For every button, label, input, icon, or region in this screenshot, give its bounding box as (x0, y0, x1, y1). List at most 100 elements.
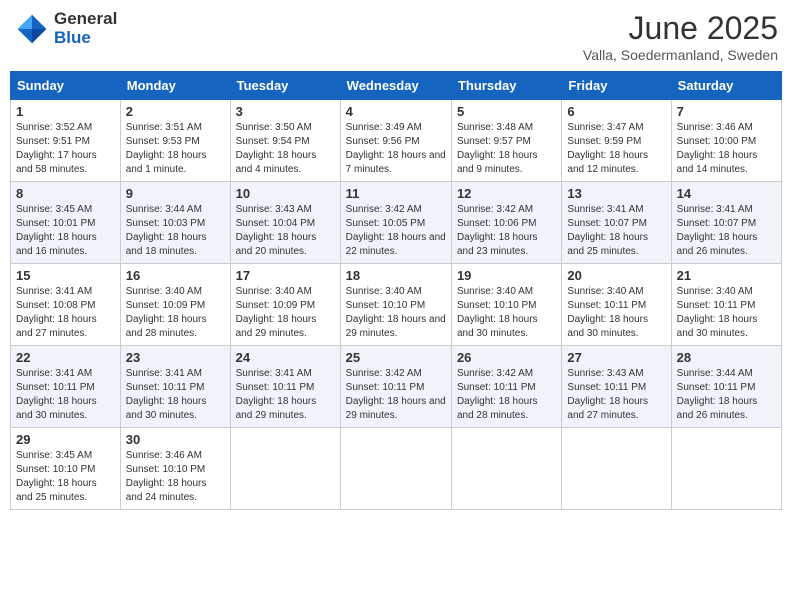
day-info: Sunrise: 3:43 AM Sunset: 10:04 PM Daylig… (236, 203, 335, 259)
day-number: 14 (677, 186, 776, 201)
day-info: Sunrise: 3:40 AM Sunset: 10:09 PM Daylig… (236, 285, 335, 341)
calendar-cell (230, 428, 340, 510)
sunrise-label: Sunrise: 3:41 AM (126, 368, 202, 379)
calendar-cell (451, 428, 561, 510)
day-number: 6 (567, 104, 665, 119)
sunrise-label: Sunrise: 3:42 AM (346, 368, 422, 379)
day-number: 29 (16, 432, 115, 447)
sunrise-label: Sunrise: 3:48 AM (457, 122, 533, 133)
day-number: 13 (567, 186, 665, 201)
sunrise-label: Sunrise: 3:44 AM (677, 368, 753, 379)
day-info: Sunrise: 3:45 AM Sunset: 10:01 PM Daylig… (16, 203, 115, 259)
calendar-week-row: 15 Sunrise: 3:41 AM Sunset: 10:08 PM Day… (11, 264, 782, 346)
logo-general: General (54, 10, 117, 29)
day-info: Sunrise: 3:52 AM Sunset: 9:51 PM Dayligh… (16, 121, 115, 177)
sunset-label: Sunset: 9:51 PM (16, 136, 90, 147)
calendar-cell: 20 Sunrise: 3:40 AM Sunset: 10:11 PM Day… (562, 264, 671, 346)
calendar-cell: 3 Sunrise: 3:50 AM Sunset: 9:54 PM Dayli… (230, 100, 340, 182)
weekday-header-saturday: Saturday (671, 72, 781, 100)
calendar-week-row: 22 Sunrise: 3:41 AM Sunset: 10:11 PM Day… (11, 346, 782, 428)
day-info: Sunrise: 3:51 AM Sunset: 9:53 PM Dayligh… (126, 121, 225, 177)
sunset-label: Sunset: 10:10 PM (16, 464, 96, 475)
calendar-cell: 27 Sunrise: 3:43 AM Sunset: 10:11 PM Day… (562, 346, 671, 428)
calendar-cell: 24 Sunrise: 3:41 AM Sunset: 10:11 PM Day… (230, 346, 340, 428)
calendar-cell: 21 Sunrise: 3:40 AM Sunset: 10:11 PM Day… (671, 264, 781, 346)
day-number: 25 (346, 350, 446, 365)
sunrise-label: Sunrise: 3:46 AM (677, 122, 753, 133)
calendar-cell: 26 Sunrise: 3:42 AM Sunset: 10:11 PM Day… (451, 346, 561, 428)
daylight-label: Daylight: 18 hours and 27 minutes. (16, 314, 97, 339)
day-number: 1 (16, 104, 115, 119)
day-number: 4 (346, 104, 446, 119)
sunset-label: Sunset: 10:11 PM (567, 300, 646, 311)
day-info: Sunrise: 3:42 AM Sunset: 10:06 PM Daylig… (457, 203, 556, 259)
calendar-cell: 17 Sunrise: 3:40 AM Sunset: 10:09 PM Day… (230, 264, 340, 346)
logo-blue: Blue (54, 29, 117, 48)
calendar-cell: 8 Sunrise: 3:45 AM Sunset: 10:01 PM Dayl… (11, 182, 121, 264)
sunrise-label: Sunrise: 3:43 AM (236, 204, 312, 215)
day-number: 20 (567, 268, 665, 283)
sunrise-label: Sunrise: 3:45 AM (16, 450, 92, 461)
sunrise-label: Sunrise: 3:41 AM (567, 204, 643, 215)
sunrise-label: Sunrise: 3:41 AM (236, 368, 312, 379)
sunset-label: Sunset: 10:10 PM (457, 300, 537, 311)
weekday-header-sunday: Sunday (11, 72, 121, 100)
day-number: 3 (236, 104, 335, 119)
day-info: Sunrise: 3:47 AM Sunset: 9:59 PM Dayligh… (567, 121, 665, 177)
day-number: 26 (457, 350, 556, 365)
day-info: Sunrise: 3:40 AM Sunset: 10:11 PM Daylig… (677, 285, 776, 341)
sunrise-label: Sunrise: 3:40 AM (457, 286, 533, 297)
sunrise-label: Sunrise: 3:45 AM (16, 204, 92, 215)
daylight-label: Daylight: 18 hours and 24 minutes. (126, 478, 207, 503)
sunrise-label: Sunrise: 3:41 AM (16, 368, 92, 379)
sunrise-label: Sunrise: 3:42 AM (346, 204, 422, 215)
sunrise-label: Sunrise: 3:49 AM (346, 122, 422, 133)
calendar-cell: 1 Sunrise: 3:52 AM Sunset: 9:51 PM Dayli… (11, 100, 121, 182)
calendar-cell: 12 Sunrise: 3:42 AM Sunset: 10:06 PM Day… (451, 182, 561, 264)
day-number: 10 (236, 186, 335, 201)
day-number: 7 (677, 104, 776, 119)
day-number: 9 (126, 186, 225, 201)
day-number: 18 (346, 268, 446, 283)
day-info: Sunrise: 3:48 AM Sunset: 9:57 PM Dayligh… (457, 121, 556, 177)
calendar-cell: 10 Sunrise: 3:43 AM Sunset: 10:04 PM Day… (230, 182, 340, 264)
daylight-label: Daylight: 18 hours and 30 minutes. (126, 396, 207, 421)
sunrise-label: Sunrise: 3:44 AM (126, 204, 202, 215)
weekday-header-monday: Monday (120, 72, 230, 100)
sunset-label: Sunset: 10:11 PM (346, 382, 425, 393)
daylight-label: Daylight: 18 hours and 18 minutes. (126, 232, 207, 257)
day-number: 8 (16, 186, 115, 201)
day-info: Sunrise: 3:41 AM Sunset: 10:08 PM Daylig… (16, 285, 115, 341)
daylight-label: Daylight: 18 hours and 20 minutes. (236, 232, 317, 257)
daylight-label: Daylight: 18 hours and 28 minutes. (126, 314, 207, 339)
weekday-header-tuesday: Tuesday (230, 72, 340, 100)
day-info: Sunrise: 3:44 AM Sunset: 10:11 PM Daylig… (677, 367, 776, 423)
calendar-week-row: 29 Sunrise: 3:45 AM Sunset: 10:10 PM Day… (11, 428, 782, 510)
logo-icon (14, 11, 50, 47)
calendar-cell: 18 Sunrise: 3:40 AM Sunset: 10:10 PM Day… (340, 264, 451, 346)
calendar-cell: 28 Sunrise: 3:44 AM Sunset: 10:11 PM Day… (671, 346, 781, 428)
sunset-label: Sunset: 9:56 PM (346, 136, 420, 147)
daylight-label: Daylight: 18 hours and 26 minutes. (677, 396, 758, 421)
day-number: 30 (126, 432, 225, 447)
day-number: 16 (126, 268, 225, 283)
daylight-label: Daylight: 17 hours and 58 minutes. (16, 150, 97, 175)
daylight-label: Daylight: 18 hours and 22 minutes. (346, 232, 446, 257)
calendar-cell: 30 Sunrise: 3:46 AM Sunset: 10:10 PM Day… (120, 428, 230, 510)
sunset-label: Sunset: 10:04 PM (236, 218, 316, 229)
daylight-label: Daylight: 18 hours and 30 minutes. (567, 314, 648, 339)
calendar-cell: 2 Sunrise: 3:51 AM Sunset: 9:53 PM Dayli… (120, 100, 230, 182)
daylight-label: Daylight: 18 hours and 16 minutes. (16, 232, 97, 257)
day-info: Sunrise: 3:50 AM Sunset: 9:54 PM Dayligh… (236, 121, 335, 177)
sunrise-label: Sunrise: 3:46 AM (126, 450, 202, 461)
sunset-label: Sunset: 10:10 PM (346, 300, 426, 311)
sunset-label: Sunset: 10:03 PM (126, 218, 206, 229)
daylight-label: Daylight: 18 hours and 23 minutes. (457, 232, 538, 257)
sunset-label: Sunset: 10:08 PM (16, 300, 96, 311)
day-info: Sunrise: 3:40 AM Sunset: 10:10 PM Daylig… (457, 285, 556, 341)
daylight-label: Daylight: 18 hours and 28 minutes. (457, 396, 538, 421)
calendar-cell: 4 Sunrise: 3:49 AM Sunset: 9:56 PM Dayli… (340, 100, 451, 182)
sunrise-label: Sunrise: 3:40 AM (236, 286, 312, 297)
calendar-cell: 22 Sunrise: 3:41 AM Sunset: 10:11 PM Day… (11, 346, 121, 428)
sunrise-label: Sunrise: 3:40 AM (126, 286, 202, 297)
